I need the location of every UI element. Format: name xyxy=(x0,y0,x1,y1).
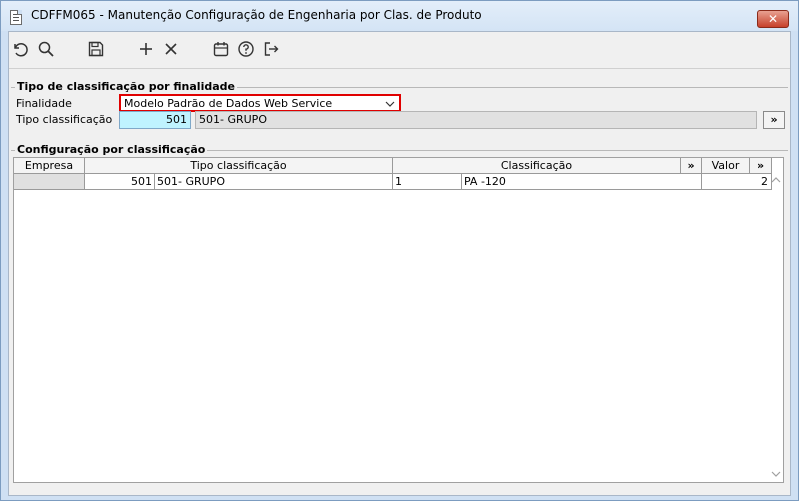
tipo-classificacao-label: Tipo classificação xyxy=(16,113,113,126)
tipo-classificacao-code-input[interactable]: 501 xyxy=(119,111,191,129)
client-area: Tipo de classificação por finalidade Fin… xyxy=(8,31,791,496)
configuracao-group: Configuração por classificação xyxy=(11,143,788,156)
delete-icon[interactable] xyxy=(162,40,180,58)
finalidade-label: Finalidade xyxy=(16,97,72,110)
search-icon[interactable] xyxy=(37,40,55,58)
configuracao-grid: Empresa Tipo classificação Classificação… xyxy=(13,157,784,483)
table-row-tipo-code-cell[interactable]: 501 xyxy=(85,174,155,190)
table-row-tipo-desc-cell[interactable]: 501- GRUPO xyxy=(155,174,393,190)
toolbar-separator xyxy=(9,68,790,69)
column-header-tipo-classificacao[interactable]: Tipo classificação xyxy=(85,158,393,174)
tipo-classificacao-description: 501- GRUPO xyxy=(195,111,757,129)
finalidade-group: Tipo de classificação por finalidade xyxy=(11,80,788,93)
scroll-up-icon[interactable] xyxy=(770,176,782,186)
window-title: CDFFM065 - Manutenção Configuração de En… xyxy=(31,8,482,22)
table-row-empresa-cell[interactable] xyxy=(14,174,85,190)
close-button[interactable]: ✕ xyxy=(757,10,789,28)
column-header-classificacao[interactable]: Classificação xyxy=(393,158,681,174)
calendar-icon[interactable] xyxy=(212,40,230,58)
application-window: CDFFM065 - Manutenção Configuração de En… xyxy=(0,0,799,501)
configuracao-group-title: Configuração por classificação xyxy=(15,143,208,156)
toolbar xyxy=(9,32,790,66)
classificacao-more-button[interactable]: » xyxy=(681,158,702,174)
chevron-down-icon[interactable] xyxy=(385,99,395,109)
finalidade-value: Modelo Padrão de Dados Web Service xyxy=(124,97,333,110)
table-row-class-code-cell[interactable]: 1 xyxy=(393,174,462,190)
add-icon[interactable] xyxy=(137,40,155,58)
table-row-class-desc-cell[interactable]: PA -120 xyxy=(462,174,702,190)
column-header-empresa[interactable]: Empresa xyxy=(14,158,85,174)
document-icon xyxy=(10,10,22,25)
column-header-valor[interactable]: Valor xyxy=(702,158,750,174)
exit-icon[interactable] xyxy=(262,40,280,58)
tipo-classificacao-more-button[interactable]: » xyxy=(763,111,785,129)
scroll-down-icon[interactable] xyxy=(770,470,782,480)
valor-more-button[interactable]: » xyxy=(750,158,772,174)
finalidade-group-title: Tipo de classificação por finalidade xyxy=(15,80,237,93)
table-row-valor-cell[interactable]: 2 xyxy=(702,174,772,190)
help-icon[interactable] xyxy=(237,40,255,58)
save-icon[interactable] xyxy=(87,40,105,58)
title-bar: CDFFM065 - Manutenção Configuração de En… xyxy=(1,1,798,31)
refresh-icon[interactable] xyxy=(11,40,29,58)
finalidade-select[interactable]: Modelo Padrão de Dados Web Service xyxy=(119,94,401,112)
